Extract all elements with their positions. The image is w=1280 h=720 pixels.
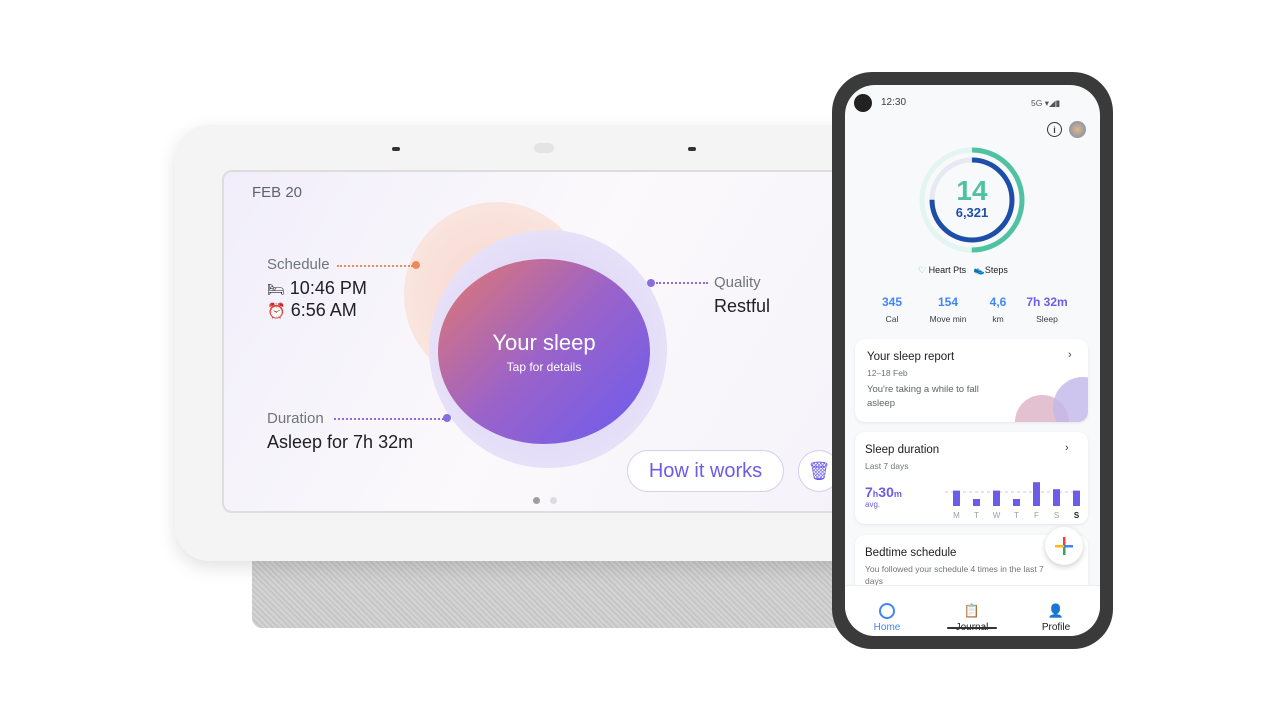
day-label: S: [1074, 511, 1080, 520]
card-subtitle: Last 7 days: [865, 461, 909, 471]
bed-icon: 🛏: [267, 281, 285, 297]
nav-home[interactable]: Home: [857, 603, 917, 633]
sleep-bar: [1033, 482, 1040, 506]
connector: [656, 282, 708, 284]
center-subtitle: Tap for details: [506, 359, 582, 374]
nav-profile[interactable]: 👤 Profile: [1026, 603, 1086, 633]
card-title: Your sleep report: [867, 351, 955, 363]
how-it-works-button[interactable]: How it works: [627, 450, 784, 492]
sleep-bar: [1013, 499, 1020, 506]
connector: [337, 265, 413, 267]
status-time: 12:30: [881, 97, 907, 108]
date: FEB 20: [252, 184, 303, 201]
sensor: [392, 147, 400, 151]
stat-km: 4,6 km: [989, 295, 1007, 324]
camera: [534, 143, 554, 153]
wake-time: 6:56 AM: [290, 300, 357, 320]
day-label: W: [993, 511, 1001, 520]
sleep-bar: [953, 490, 960, 506]
heart-legend: Heart Pts: [928, 265, 967, 275]
heart-pts-value: 14: [956, 175, 988, 206]
card-title: Bedtime schedule: [865, 547, 957, 559]
heart-icon: ♡: [918, 265, 927, 275]
plus-icon: [1055, 537, 1073, 555]
page-dot[interactable]: [550, 497, 557, 504]
card-title: Sleep duration: [865, 444, 940, 456]
avg-value: 7h30m: [865, 484, 902, 500]
journal-icon: 📋: [963, 603, 981, 618]
day-label: M: [953, 511, 960, 520]
day-label: T: [1014, 511, 1019, 520]
schedule-label: Schedule: [267, 256, 330, 273]
signal-icons: ▾◢▮: [1044, 98, 1061, 108]
day-label: T: [974, 511, 979, 520]
sensor: [688, 147, 696, 151]
sleep-report-card[interactable]: Your sleep report 12–18 Feb You're takin…: [855, 339, 1088, 422]
center-title: Your sleep: [492, 329, 596, 355]
alarm-icon: ⏰: [267, 303, 286, 320]
stat-sleep: 7h 32m Sleep: [1026, 295, 1068, 324]
steps-icon: 👟: [973, 265, 985, 275]
phone-screen: 12:30 5G ▾◢▮ i 14 6,321 ♡ Heart Pts 👟Ste…: [845, 85, 1100, 636]
decor-circle: [1053, 377, 1088, 422]
day-label: S: [1054, 511, 1059, 520]
duration-value: Asleep for 7h 32m: [267, 432, 414, 452]
steps-legend: Steps: [984, 265, 1008, 275]
duration-dot: [443, 414, 451, 422]
chevron-right-icon: ›: [1065, 442, 1069, 454]
card-text: You're taking a while to fall asleep: [867, 384, 979, 409]
home-icon: [879, 603, 895, 619]
quality-dot: [647, 279, 655, 287]
gesture-bar: [947, 627, 997, 629]
connector: [334, 418, 444, 420]
hub-screen: FEB 20 Your sleep Tap for details Schedu…: [222, 170, 862, 513]
front-camera: [854, 94, 872, 112]
quality-value: Restful: [714, 296, 771, 316]
schedule-dot: [412, 261, 420, 269]
hub-fabric-base: [252, 558, 852, 628]
network: 5G: [1031, 98, 1043, 108]
profile-icon: 👤: [1047, 603, 1065, 618]
sleep-bar: [1073, 490, 1080, 506]
bedtime: 10:46 PM: [289, 278, 367, 298]
sleep-bar: [1053, 489, 1060, 506]
info-icon[interactable]: i: [1047, 122, 1062, 137]
avatar[interactable]: [1069, 121, 1086, 138]
sleep-bar-chart: MTWTFSS: [945, 482, 1080, 520]
steps-value: 6,321: [955, 205, 989, 220]
sleep-duration-card[interactable]: Sleep duration Last 7 days › 7h30m avg. …: [855, 432, 1088, 524]
stat-move-min: 154 Move min: [929, 295, 967, 324]
avg-label: avg.: [865, 500, 881, 509]
trash-icon: 🗑: [807, 460, 831, 481]
card-text: You followed your schedule 4 times in th…: [865, 564, 1044, 586]
card-dates: 12–18 Feb: [867, 368, 908, 378]
sleep-bar: [993, 490, 1000, 506]
duration-label: Duration: [267, 410, 324, 427]
sleep-bar: [973, 499, 980, 506]
add-button[interactable]: [1045, 527, 1083, 565]
stat-cal: 345 Cal: [881, 295, 903, 324]
your-sleep-circle[interactable]: Your sleep Tap for details: [438, 259, 650, 444]
quality-label: Quality: [714, 274, 761, 291]
day-label: F: [1034, 511, 1039, 520]
page-dot-active[interactable]: [533, 497, 540, 504]
chevron-right-icon: ›: [1068, 349, 1072, 361]
